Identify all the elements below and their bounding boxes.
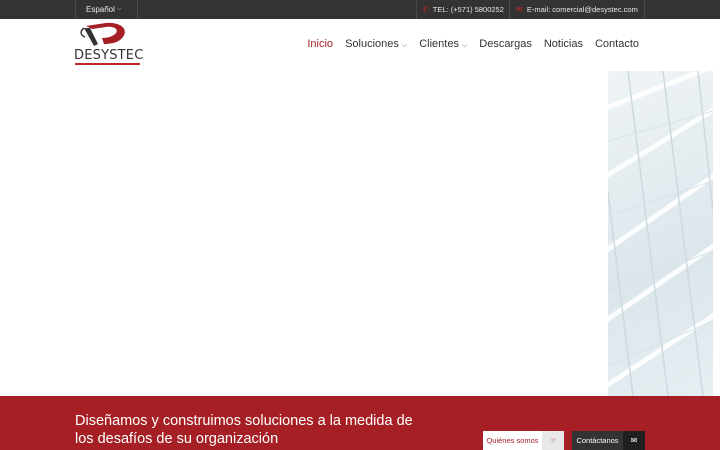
site-logo[interactable]: DESYSTEC	[74, 22, 144, 68]
about-us-button[interactable]: Quiénes somos ☞	[483, 431, 564, 450]
nav-item-label: Contacto	[594, 38, 639, 50]
contact-us-button[interactable]: Contáctanos ✉	[572, 431, 645, 450]
language-selector[interactable]: Español ⌵	[75, 0, 138, 19]
nav-item-noticias[interactable]: Noticias	[544, 38, 583, 50]
nav-item-label: Clientes	[419, 38, 459, 50]
logo-text: DESYSTEC	[74, 48, 144, 63]
building-illustration	[608, 71, 713, 396]
chevron-down-icon: ⌵	[116, 6, 122, 12]
email-text: E-mail: comercial@desystec.com	[526, 5, 638, 14]
nav-item-descargas[interactable]: Descargas	[479, 38, 532, 50]
envelope-icon: ✉	[516, 5, 523, 14]
language-label: Español	[86, 5, 115, 14]
nav-item-label: Descargas	[479, 38, 532, 50]
nav-item-clientes[interactable]: Clientes ⌵	[419, 38, 467, 50]
chevron-down-icon: ⌵	[461, 42, 468, 49]
nav-item-soluciones[interactable]: Soluciones ⌵	[345, 38, 407, 50]
hand-pointer-icon: ☞	[542, 431, 564, 450]
about-us-label: Quiénes somos	[486, 436, 539, 445]
top-bar: Español ⌵ ✆ TEL: (+571) 5800252 ✉ E-mail…	[0, 0, 720, 19]
chevron-down-icon: ⌵	[401, 42, 408, 49]
phone-icon: ✆	[422, 5, 429, 14]
logo-underline	[75, 63, 140, 65]
nav-item-label: Noticias	[543, 38, 583, 50]
contact-us-label: Contáctanos	[576, 436, 619, 445]
nav-item-contacto[interactable]: Contacto	[595, 38, 639, 50]
email-contact[interactable]: ✉ E-mail: comercial@desystec.com	[510, 0, 645, 19]
logo-mark	[80, 22, 125, 46]
phone-contact[interactable]: ✆ TEL: (+571) 5800252	[416, 0, 510, 19]
nav-item-inicio[interactable]: Inicio	[307, 38, 333, 50]
cta-headline: Diseñamos y construimos soluciones a la …	[75, 413, 413, 447]
main-nav: Inicio Soluciones ⌵ Clientes ⌵ Descargas N…	[307, 38, 639, 50]
nav-item-label: Inicio	[307, 38, 334, 50]
hero-image	[608, 71, 713, 396]
nav-item-label: Soluciones	[345, 38, 399, 50]
phone-text: TEL: (+571) 5800252	[432, 5, 504, 14]
envelope-icon: ✉	[623, 431, 645, 450]
